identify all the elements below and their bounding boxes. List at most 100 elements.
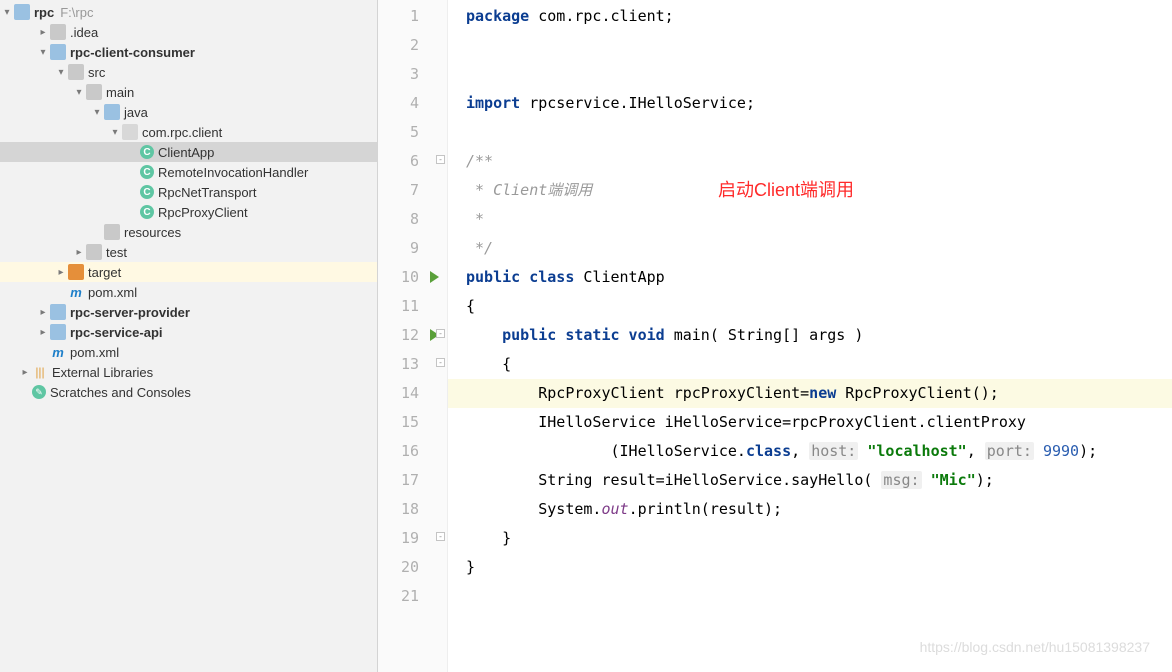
code-line[interactable]: } bbox=[448, 524, 1172, 553]
run-icon[interactable] bbox=[430, 271, 439, 283]
chevron-down-icon: ▾ bbox=[54, 67, 68, 78]
gutter-line[interactable]: 7 bbox=[378, 176, 447, 205]
scratch-icon: ✎ bbox=[32, 385, 46, 399]
fold-icon[interactable]: - bbox=[436, 155, 445, 164]
tree-item-target[interactable]: ▸ target bbox=[0, 262, 377, 282]
tree-item-rpcnet[interactable]: C RpcNetTransport bbox=[0, 182, 377, 202]
overlay-annotation: 启动Client端调用 bbox=[718, 176, 854, 205]
tree-item-label: target bbox=[88, 265, 121, 280]
tree-item-java[interactable]: ▾java bbox=[0, 102, 377, 122]
package-icon bbox=[122, 124, 138, 140]
tree-item-idea[interactable]: ▸.idea bbox=[0, 22, 377, 42]
folder-icon bbox=[86, 244, 102, 260]
tree-item-label: RpcProxyClient bbox=[158, 205, 248, 220]
code-line[interactable]: */ bbox=[448, 234, 1172, 263]
code-line[interactable]: System.out.println(result); bbox=[448, 495, 1172, 524]
chevron-down-icon: ▾ bbox=[90, 107, 104, 118]
code-line[interactable] bbox=[448, 118, 1172, 147]
folder-icon bbox=[50, 24, 66, 40]
tree-item-label: ClientApp bbox=[158, 145, 214, 160]
tree-item-rpcproxy[interactable]: C RpcProxyClient bbox=[0, 202, 377, 222]
code-line[interactable]: /** bbox=[448, 147, 1172, 176]
code-line[interactable]: public static void main( String[] args ) bbox=[448, 321, 1172, 350]
code-line[interactable]: import rpcservice.IHelloService; bbox=[448, 89, 1172, 118]
gutter-line[interactable]: 13- bbox=[378, 350, 447, 379]
gutter-line[interactable]: 19- bbox=[378, 524, 447, 553]
folder-icon bbox=[68, 264, 84, 280]
gutter-line[interactable]: 10 bbox=[378, 263, 447, 292]
code-editor[interactable]: 123456-789101112-13-141516171819-2021 启动… bbox=[378, 0, 1172, 672]
tree-item-service-api[interactable]: ▸rpc-service-api bbox=[0, 322, 377, 342]
tree-item-label: Scratches and Consoles bbox=[50, 385, 191, 400]
code-line[interactable]: { bbox=[448, 350, 1172, 379]
chevron-right-icon: ▸ bbox=[54, 267, 68, 278]
gutter-line[interactable]: 20 bbox=[378, 553, 447, 582]
gutter-line[interactable]: 9 bbox=[378, 234, 447, 263]
gutter-line[interactable]: 18 bbox=[378, 495, 447, 524]
code-line[interactable]: } bbox=[448, 553, 1172, 582]
class-icon: C bbox=[140, 185, 154, 199]
root-label: rpc bbox=[34, 5, 54, 20]
tree-item-label: resources bbox=[124, 225, 181, 240]
class-icon: C bbox=[140, 145, 154, 159]
gutter-line[interactable]: 3 bbox=[378, 60, 447, 89]
folder-icon bbox=[50, 324, 66, 340]
tree-item-test[interactable]: ▸test bbox=[0, 242, 377, 262]
gutter-line[interactable]: 11 bbox=[378, 292, 447, 321]
folder-icon bbox=[50, 44, 66, 60]
gutter-line[interactable]: 2 bbox=[378, 31, 447, 60]
gutter-line[interactable]: 6- bbox=[378, 147, 447, 176]
gutter-line[interactable]: 15 bbox=[378, 408, 447, 437]
maven-icon: m bbox=[68, 284, 84, 300]
tree-root[interactable]: ▾ rpc F:\rpc bbox=[0, 2, 377, 22]
code-line[interactable]: package com.rpc.client; bbox=[448, 2, 1172, 31]
class-icon: C bbox=[140, 165, 154, 179]
tree-item-scratch[interactable]: ✎ Scratches and Consoles bbox=[0, 382, 377, 402]
code-line[interactable]: * bbox=[448, 205, 1172, 234]
code-line[interactable] bbox=[448, 60, 1172, 89]
gutter-line[interactable]: 21 bbox=[378, 582, 447, 611]
fold-icon[interactable]: - bbox=[436, 329, 445, 338]
gutter-line[interactable]: 4 bbox=[378, 89, 447, 118]
tree-item-pkg[interactable]: ▾com.rpc.client bbox=[0, 122, 377, 142]
tree-item-main[interactable]: ▾main bbox=[0, 82, 377, 102]
gutter-line[interactable]: 14 bbox=[378, 379, 447, 408]
tree-item-pom1[interactable]: m pom.xml bbox=[0, 282, 377, 302]
code-line[interactable]: { bbox=[448, 292, 1172, 321]
tree-item-label: rpc-service-api bbox=[70, 325, 163, 340]
tree-item-pom2[interactable]: mpom.xml bbox=[0, 342, 377, 362]
gutter-line[interactable]: 8 bbox=[378, 205, 447, 234]
chevron-right-icon: ▸ bbox=[18, 367, 32, 378]
editor-code-area[interactable]: 启动Client端调用 https://blog.csdn.net/hu1508… bbox=[448, 0, 1172, 672]
chevron-down-icon: ▾ bbox=[108, 127, 122, 138]
tree-item-resources[interactable]: resources bbox=[0, 222, 377, 242]
tree-item-label: RpcNetTransport bbox=[158, 185, 257, 200]
fold-icon[interactable]: - bbox=[436, 358, 445, 367]
tree-item-client-consumer[interactable]: ▾rpc-client-consumer bbox=[0, 42, 377, 62]
code-line[interactable] bbox=[448, 582, 1172, 611]
code-line[interactable] bbox=[448, 31, 1172, 60]
tree-item-label: pom.xml bbox=[88, 285, 137, 300]
code-line[interactable]: String result=iHelloService.sayHello( ms… bbox=[448, 466, 1172, 495]
gutter-line[interactable]: 5 bbox=[378, 118, 447, 147]
fold-icon[interactable]: - bbox=[436, 532, 445, 541]
code-line[interactable]: (IHelloService.class, host: "localhost",… bbox=[448, 437, 1172, 466]
code-line[interactable]: RpcProxyClient rpcProxyClient=new RpcPro… bbox=[448, 379, 1172, 408]
tree-item-clientapp[interactable]: C ClientApp bbox=[0, 142, 377, 162]
class-icon: C bbox=[140, 205, 154, 219]
gutter-line[interactable]: 12- bbox=[378, 321, 447, 350]
editor-gutter[interactable]: 123456-789101112-13-141516171819-2021 bbox=[378, 0, 448, 672]
project-tree[interactable]: ▾ rpc F:\rpc ▸.idea▾rpc-client-consumer▾… bbox=[0, 0, 378, 672]
tree-item-label: main bbox=[106, 85, 134, 100]
gutter-line[interactable]: 16 bbox=[378, 437, 447, 466]
tree-item-server-provider[interactable]: ▸rpc-server-provider bbox=[0, 302, 377, 322]
tree-item-remoteinv[interactable]: CRemoteInvocationHandler bbox=[0, 162, 377, 182]
code-line[interactable]: public class ClientApp bbox=[448, 263, 1172, 292]
chevron-right-icon: ▸ bbox=[36, 307, 50, 318]
tree-item-label: External Libraries bbox=[52, 365, 153, 380]
code-line[interactable]: IHelloService iHelloService=rpcProxyClie… bbox=[448, 408, 1172, 437]
tree-item-extlib[interactable]: ▸|||External Libraries bbox=[0, 362, 377, 382]
gutter-line[interactable]: 1 bbox=[378, 2, 447, 31]
gutter-line[interactable]: 17 bbox=[378, 466, 447, 495]
tree-item-src[interactable]: ▾src bbox=[0, 62, 377, 82]
